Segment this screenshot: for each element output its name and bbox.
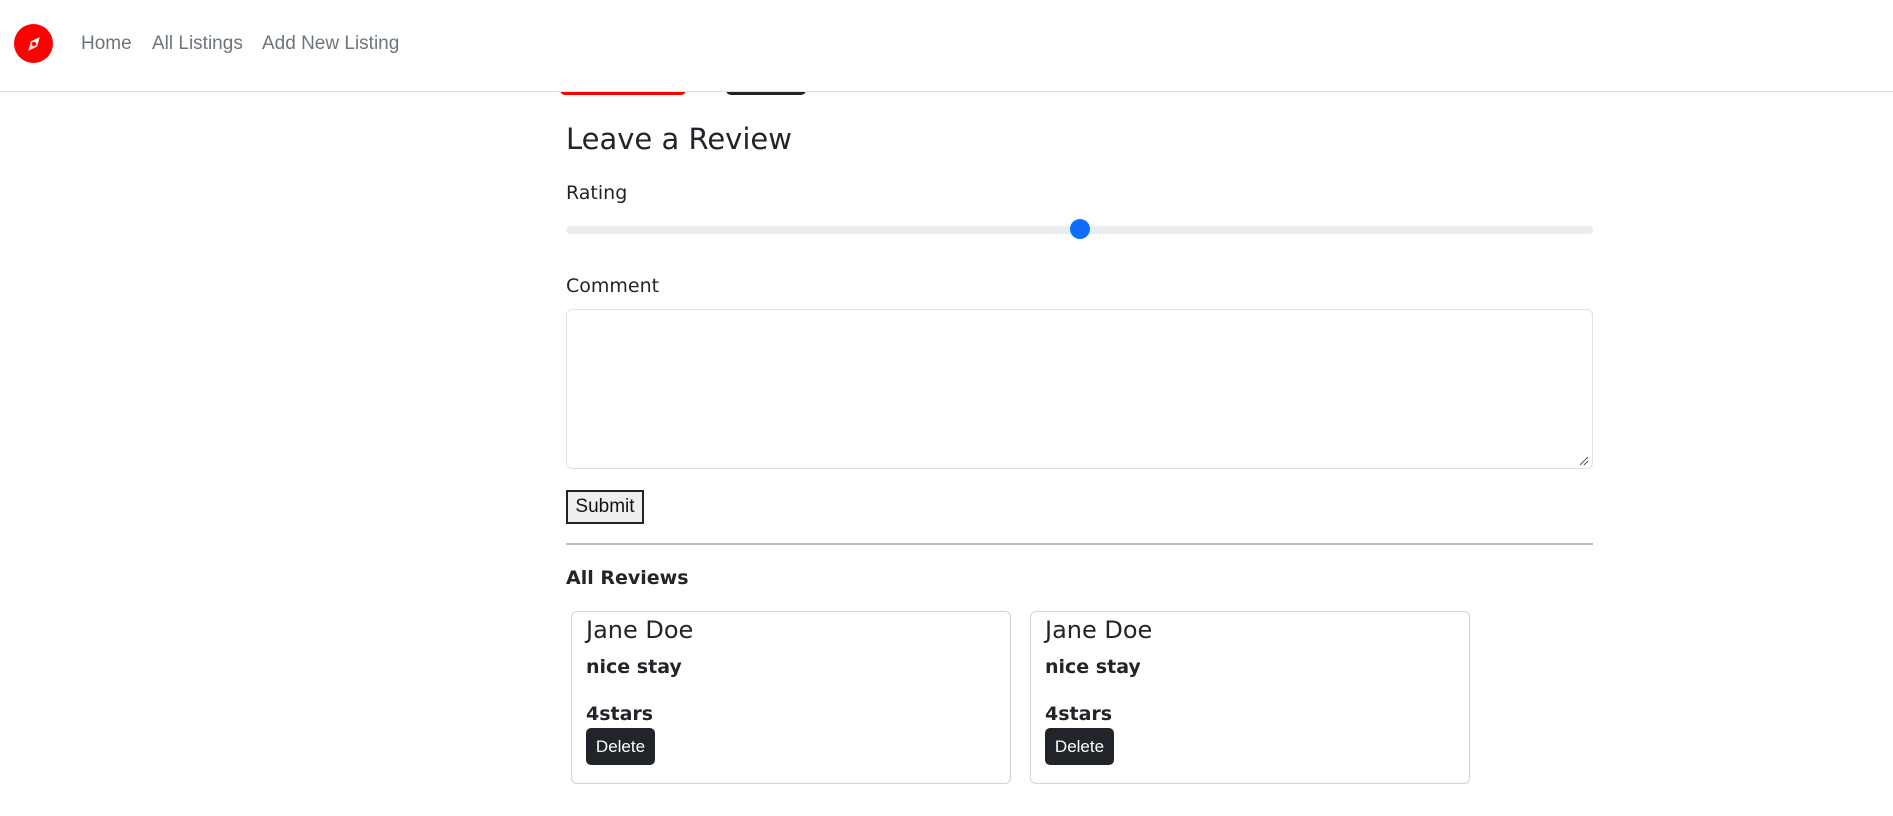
navbar: Home All Listings Add New Listing <box>0 0 1893 92</box>
review-rating: 4stars <box>586 703 654 725</box>
submit-button[interactable]: Submit <box>566 490 644 524</box>
comment-textarea[interactable] <box>566 309 1593 469</box>
rating-label: Rating <box>566 182 628 204</box>
divider <box>566 543 1593 545</box>
review-author: Jane Doe <box>586 616 694 644</box>
delete-review-button[interactable]: Delete <box>586 728 655 765</box>
resize-grip-icon[interactable] <box>1578 455 1589 466</box>
review-rating: 4stars <box>1045 703 1113 725</box>
comment-label: Comment <box>566 275 660 297</box>
review-comment: nice stay <box>586 656 682 678</box>
rating-slider-thumb[interactable] <box>1069 219 1090 239</box>
review-comment: nice stay <box>1045 656 1141 678</box>
all-reviews-heading: All Reviews <box>566 567 689 589</box>
review-form-title: Leave a Review <box>566 122 792 156</box>
brand-logo[interactable] <box>14 24 53 63</box>
review-card: Jane Doe nice stay 4stars Delete <box>571 611 1011 784</box>
compass-icon <box>27 36 40 51</box>
nav-link-add-new-listing[interactable]: Add New Listing <box>262 33 399 55</box>
review-card: Jane Doe nice stay 4stars Delete <box>1030 611 1470 784</box>
review-author: Jane Doe <box>1045 616 1153 644</box>
delete-review-button[interactable]: Delete <box>1045 728 1114 765</box>
nav-link-all-listings[interactable]: All Listings <box>152 33 243 55</box>
nav-link-home[interactable]: Home <box>81 33 132 55</box>
